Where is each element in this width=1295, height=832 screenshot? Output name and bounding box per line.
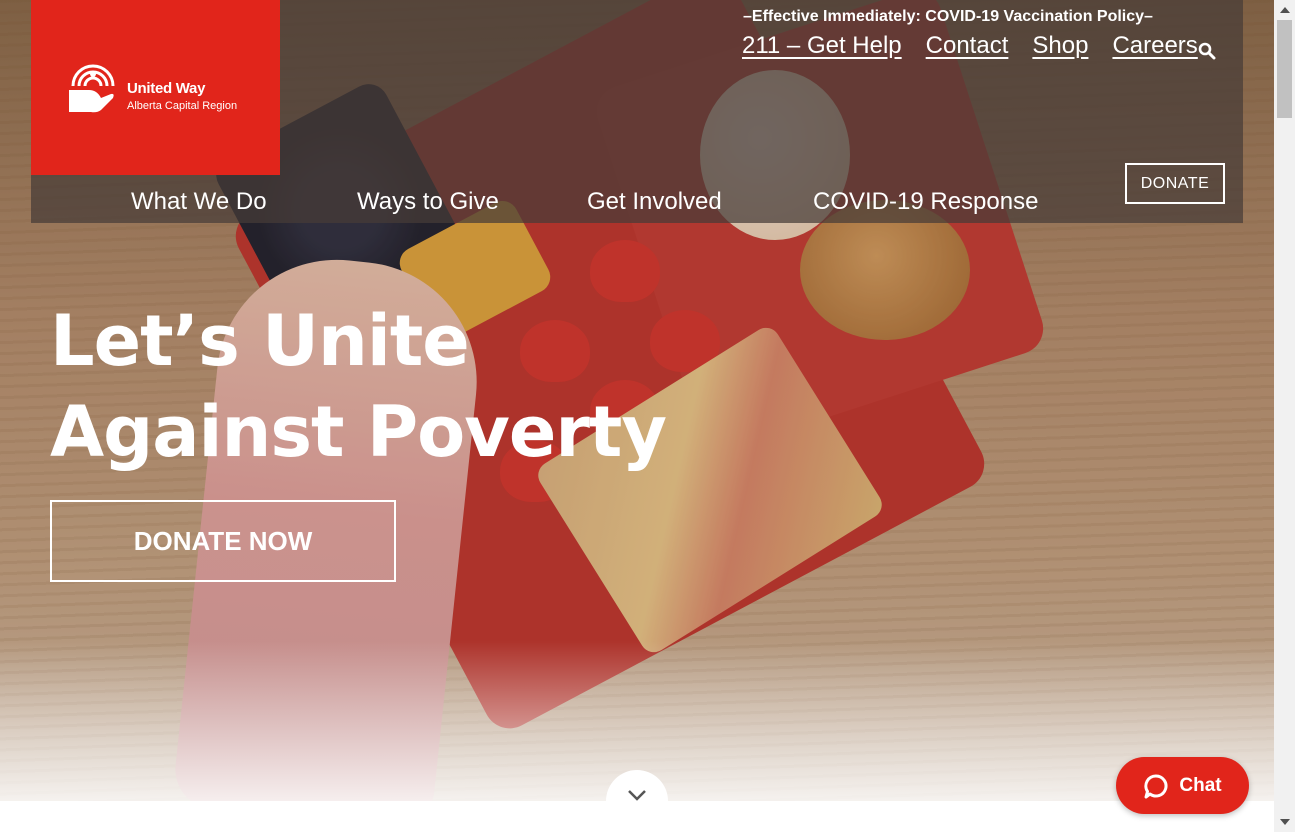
covid-notice-link[interactable]: –Effective Immediately: COVID-19 Vaccina… bbox=[743, 8, 1153, 26]
nav-item-get-involved[interactable]: Get Involved bbox=[587, 188, 722, 216]
scrollbar-thumb[interactable] bbox=[1277, 20, 1292, 118]
main-nav: What We Do Ways to Give Get Involved COV… bbox=[0, 188, 1274, 224]
search-icon[interactable] bbox=[1198, 42, 1216, 60]
nav-item-covid-response[interactable]: COVID-19 Response bbox=[813, 188, 1038, 216]
hero-headline: Let’s Unite Against Poverty bbox=[50, 296, 667, 478]
utility-link-contact[interactable]: Contact bbox=[926, 32, 1009, 60]
site-logo[interactable]: United Way Alberta Capital Region bbox=[31, 0, 280, 175]
utility-nav: 211 – Get Help Contact Shop Careers bbox=[742, 32, 1222, 60]
donate-now-button[interactable]: DONATE NOW bbox=[50, 500, 396, 582]
hero-headline-line-2: Against Poverty bbox=[50, 391, 667, 473]
scroll-down-button[interactable] bbox=[606, 770, 668, 832]
chat-label: Chat bbox=[1179, 774, 1222, 796]
logo-region: Alberta Capital Region bbox=[127, 100, 238, 112]
hero-headline-line-1: Let’s Unite bbox=[50, 300, 470, 382]
scroll-down-arrow-icon[interactable] bbox=[1280, 819, 1290, 825]
chat-bubble-icon bbox=[1144, 773, 1168, 798]
page-scrollbar[interactable] bbox=[1274, 0, 1295, 832]
utility-link-get-help[interactable]: 211 – Get Help bbox=[742, 32, 902, 60]
scroll-up-arrow-icon[interactable] bbox=[1280, 7, 1290, 13]
logo-name: United Way bbox=[127, 80, 206, 97]
utility-link-shop[interactable]: Shop bbox=[1032, 32, 1088, 60]
utility-link-careers[interactable]: Careers bbox=[1112, 32, 1197, 60]
chat-button[interactable]: Chat bbox=[1116, 757, 1249, 814]
nav-item-what-we-do[interactable]: What We Do bbox=[131, 188, 267, 216]
chevron-down-icon bbox=[628, 790, 646, 801]
united-way-logo-icon bbox=[69, 64, 115, 113]
nav-item-ways-to-give[interactable]: Ways to Give bbox=[357, 188, 499, 216]
